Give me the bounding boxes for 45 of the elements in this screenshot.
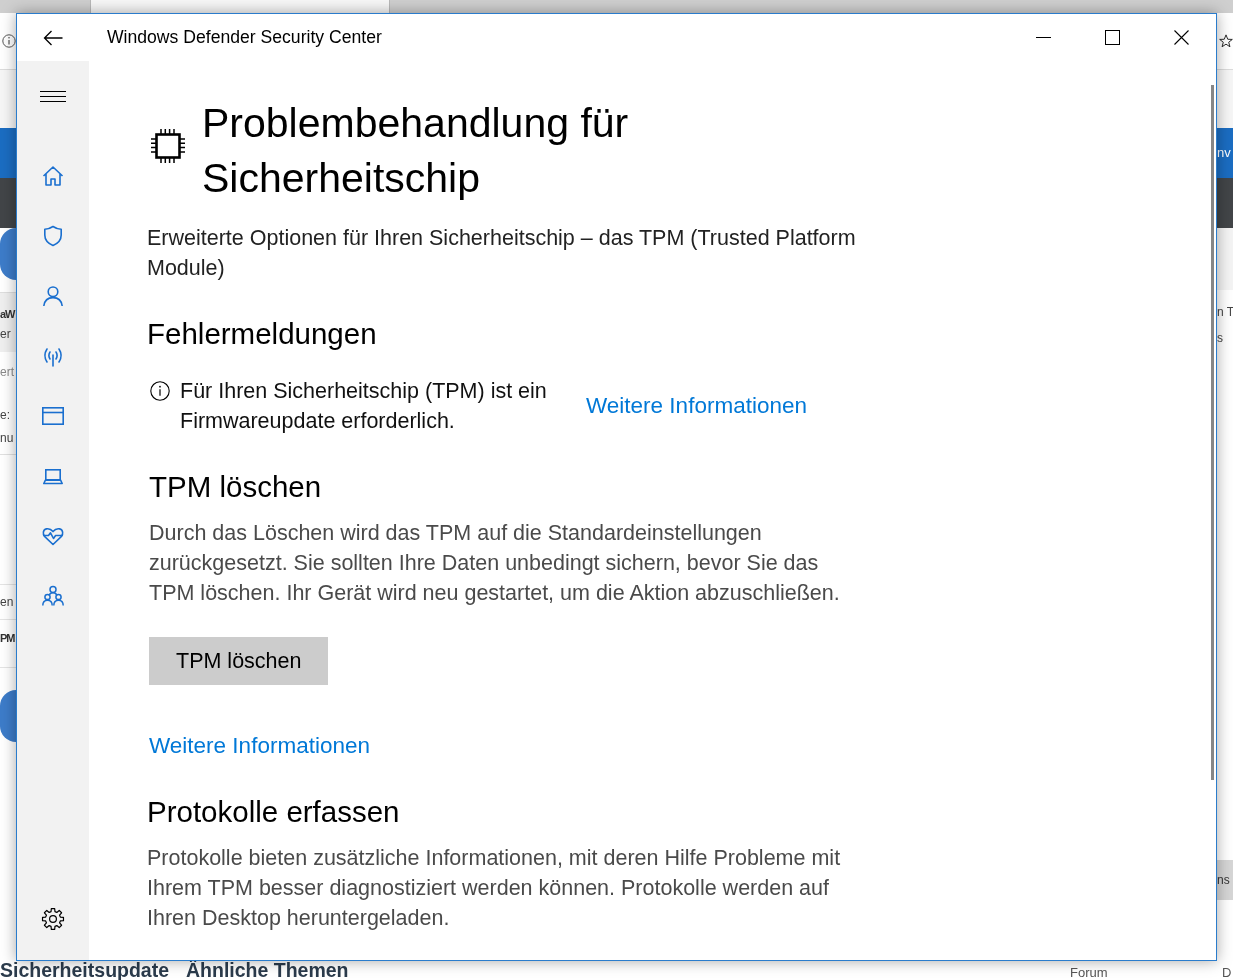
more-info-link[interactable]: Weitere Informationen <box>586 391 807 421</box>
section-heading: Protokolle erfassen <box>147 794 400 830</box>
button-fragment[interactable]: ns <box>1217 860 1233 900</box>
text-fragment: nu <box>0 430 15 447</box>
back-arrow-icon <box>43 29 63 46</box>
info-icon <box>150 381 170 401</box>
text-fragment: n T <box>1217 304 1233 321</box>
person-icon <box>41 284 65 308</box>
settings-icon <box>41 907 65 931</box>
text-fragment: aW <box>0 307 16 322</box>
close-icon <box>1174 30 1189 45</box>
family-icon <box>41 584 65 608</box>
text-fragment: er <box>0 326 12 343</box>
maximize-icon <box>1105 30 1120 45</box>
scrollbar[interactable] <box>1211 85 1214 780</box>
minimize-icon <box>1036 37 1051 38</box>
text-fragment: s <box>1217 330 1224 347</box>
window-title: Windows Defender Security Center <box>107 27 382 48</box>
text-fragment: en <box>0 594 15 611</box>
menu-icon <box>40 90 66 102</box>
text-fragment: e: <box>0 407 11 424</box>
chip-icon <box>150 128 186 164</box>
home-icon <box>41 164 65 188</box>
more-info-link[interactable]: Weitere Informationen <box>149 731 370 761</box>
error-message: Für Ihren Sicherheitschip (TPM) ist ein Firmwareupdate erforderlich. <box>180 378 548 435</box>
text-fragment: nv <box>1217 144 1231 162</box>
text-fragment: D <box>1222 964 1232 980</box>
forum-label: Forum <box>1070 964 1108 980</box>
app-window-icon <box>41 404 65 428</box>
footer-link[interactable]: Ähnliche Themen <box>186 961 349 980</box>
star-icon[interactable] <box>1219 34 1233 48</box>
page-description: Erweiterte Optionen für Ihren Sicherheitschip – das TPM (Trusted Platform Module) <box>147 225 857 282</box>
menu-bar <box>1217 178 1233 228</box>
text-fragment: PM <box>0 631 16 646</box>
menu-bar <box>0 178 16 228</box>
shield-icon <box>41 224 65 248</box>
navigation-bar <box>0 128 16 178</box>
section-heading: Fehlermeldungen <box>147 316 377 352</box>
text-fragment: ert <box>0 364 15 381</box>
section-text: Durch das Löschen wird das TPM auf die Standardeinstellungen zurückgesetzt. Sie sollten Ihre Daten unbedingt sichern, bevor Sie das TPM löschen. Ihr Gerät wird neu gestartet, um die Aktion abzuschließen. <box>149 520 841 607</box>
clear-tpm-button[interactable]: TPM löschen <box>149 637 329 685</box>
section-text: Protokolle bieten zusätzliche Informationen, mit deren Hilfe Probleme mit Ihrem TPM besser diagnostiziert werden können. Protokolle werden auf Ihren Desktop heruntergeladen. <box>147 845 842 932</box>
info-icon[interactable] <box>2 34 16 48</box>
page-title: Problembehandlung für Sicherheitschip <box>202 99 630 203</box>
section-heading: TPM löschen <box>149 469 322 505</box>
